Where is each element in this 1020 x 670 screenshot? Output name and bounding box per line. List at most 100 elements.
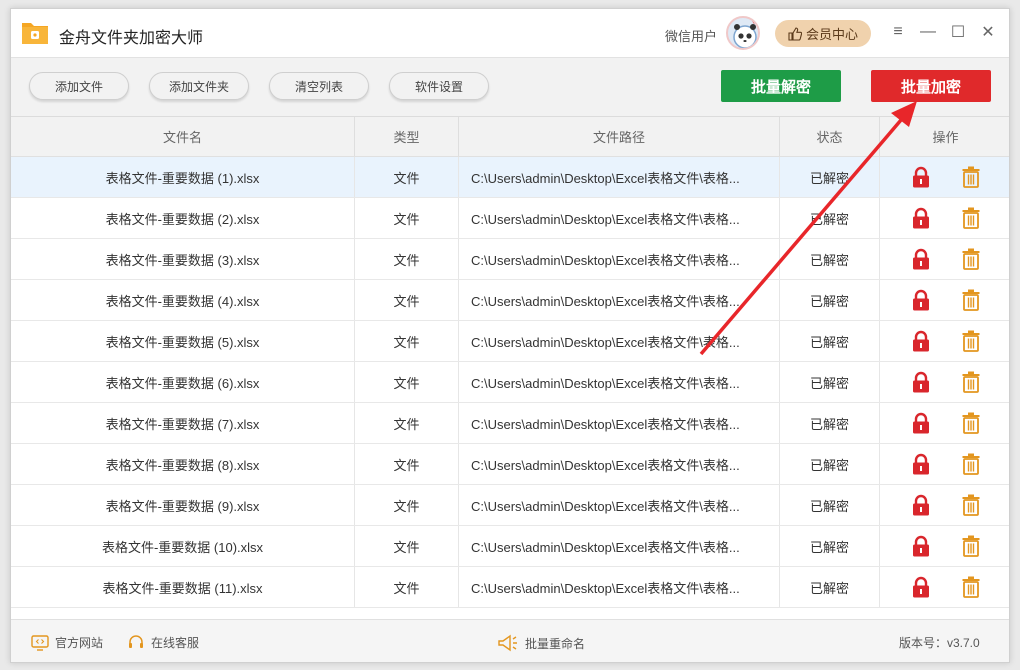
- file-type-cell: 文件: [355, 567, 459, 607]
- table-row[interactable]: 表格文件-重要数据 (7).xlsx 文件 C:\Users\admin\Des…: [11, 403, 1009, 444]
- trash-icon[interactable]: [961, 330, 981, 352]
- title-bar: 金舟文件夹加密大师 微信用户 会员中心 ≡ — ☐ ✕: [11, 9, 1009, 57]
- actions-cell: [880, 239, 1009, 279]
- lock-icon[interactable]: [911, 535, 931, 557]
- file-path-cell: C:\Users\admin\Desktop\Excel表格文件\表格...: [459, 239, 780, 279]
- trash-icon[interactable]: [961, 371, 981, 393]
- maximize-icon[interactable]: ☐: [947, 21, 969, 43]
- header-filename[interactable]: 文件名: [11, 117, 355, 156]
- table-row[interactable]: 表格文件-重要数据 (10).xlsx 文件 C:\Users\admin\De…: [11, 526, 1009, 567]
- app-window: 金舟文件夹加密大师 微信用户 会员中心 ≡ — ☐ ✕ 添加文件 添加文件夹 清…: [10, 8, 1010, 663]
- settings-button[interactable]: 软件设置: [389, 72, 489, 100]
- minimize-icon[interactable]: —: [917, 21, 939, 43]
- batch-encrypt-button[interactable]: 批量加密: [871, 70, 991, 102]
- table-row[interactable]: 表格文件-重要数据 (2).xlsx 文件 C:\Users\admin\Des…: [11, 198, 1009, 239]
- file-path-cell: C:\Users\admin\Desktop\Excel表格文件\表格...: [459, 198, 780, 238]
- panda-avatar-icon: [733, 21, 757, 48]
- file-type-cell: 文件: [355, 485, 459, 525]
- file-path-cell: C:\Users\admin\Desktop\Excel表格文件\表格...: [459, 321, 780, 361]
- trash-icon[interactable]: [961, 248, 981, 270]
- add-folder-button[interactable]: 添加文件夹: [149, 72, 249, 100]
- vip-center-button[interactable]: 会员中心: [775, 20, 871, 47]
- monitor-icon: [31, 634, 49, 651]
- actions-cell: [880, 444, 1009, 484]
- lock-icon[interactable]: [911, 494, 931, 516]
- file-name-cell: 表格文件-重要数据 (10).xlsx: [11, 526, 355, 566]
- file-path-cell: C:\Users\admin\Desktop\Excel表格文件\表格...: [459, 485, 780, 525]
- table-row[interactable]: 表格文件-重要数据 (4).xlsx 文件 C:\Users\admin\Des…: [11, 280, 1009, 321]
- lock-icon[interactable]: [911, 248, 931, 270]
- headset-icon: [129, 634, 143, 648]
- file-name-cell: 表格文件-重要数据 (2).xlsx: [11, 198, 355, 238]
- table-row[interactable]: 表格文件-重要数据 (11).xlsx 文件 C:\Users\admin\De…: [11, 567, 1009, 608]
- batch-rename-label: 批量重命名: [525, 636, 586, 651]
- file-name-cell: 表格文件-重要数据 (9).xlsx: [11, 485, 355, 525]
- file-status-cell: 已解密: [780, 198, 880, 238]
- actions-cell: [880, 157, 1009, 197]
- header-path[interactable]: 文件路径: [459, 117, 780, 156]
- lock-icon[interactable]: [911, 576, 931, 598]
- app-logo-icon: [22, 23, 48, 44]
- close-icon[interactable]: ✕: [977, 21, 999, 43]
- lock-icon[interactable]: [911, 166, 931, 188]
- megaphone-icon: [498, 634, 517, 652]
- lock-icon[interactable]: [911, 412, 931, 434]
- menu-icon[interactable]: ≡: [887, 21, 909, 43]
- trash-icon[interactable]: [961, 535, 981, 557]
- trash-icon[interactable]: [961, 412, 981, 434]
- file-status-cell: 已解密: [780, 526, 880, 566]
- lock-icon[interactable]: [911, 207, 931, 229]
- actions-cell: [880, 362, 1009, 402]
- file-name-cell: 表格文件-重要数据 (8).xlsx: [11, 444, 355, 484]
- lock-icon[interactable]: [911, 371, 931, 393]
- batch-decrypt-button[interactable]: 批量解密: [721, 70, 841, 102]
- thumbs-up-icon: [788, 26, 802, 41]
- file-type-cell: 文件: [355, 239, 459, 279]
- batch-rename-link[interactable]: 批量重命名: [497, 634, 585, 652]
- toolbar: 添加文件 添加文件夹 清空列表 软件设置 批量解密 批量加密: [11, 57, 1009, 117]
- file-path-cell: C:\Users\admin\Desktop\Excel表格文件\表格...: [459, 280, 780, 320]
- file-type-cell: 文件: [355, 403, 459, 443]
- trash-icon[interactable]: [961, 576, 981, 598]
- file-status-cell: 已解密: [780, 403, 880, 443]
- app-title: 金舟文件夹加密大师: [59, 30, 204, 47]
- file-path-cell: C:\Users\admin\Desktop\Excel表格文件\表格...: [459, 403, 780, 443]
- file-type-cell: 文件: [355, 280, 459, 320]
- avatar[interactable]: [726, 16, 760, 50]
- user-name[interactable]: 微信用户: [665, 26, 717, 45]
- header-type[interactable]: 类型: [355, 117, 459, 156]
- table-row[interactable]: 表格文件-重要数据 (5).xlsx 文件 C:\Users\admin\Des…: [11, 321, 1009, 362]
- actions-cell: [880, 198, 1009, 238]
- header-actions: 操作: [932, 130, 959, 145]
- file-type-cell: 文件: [355, 526, 459, 566]
- trash-icon[interactable]: [961, 494, 981, 516]
- footer: 官方网站 在线客服 批量重命名 版本号：v3.7.0: [11, 619, 1009, 662]
- website-link[interactable]: 官方网站: [31, 634, 103, 651]
- lock-icon[interactable]: [911, 330, 931, 352]
- file-type-cell: 文件: [355, 444, 459, 484]
- actions-cell: [880, 567, 1009, 607]
- file-status-cell: 已解密: [780, 239, 880, 279]
- clear-list-button[interactable]: 清空列表: [269, 72, 369, 100]
- version-text: 版本号：v3.7.0: [899, 636, 980, 650]
- lock-icon[interactable]: [911, 289, 931, 311]
- file-name-cell: 表格文件-重要数据 (11).xlsx: [11, 567, 355, 607]
- trash-icon[interactable]: [961, 166, 981, 188]
- table-row[interactable]: 表格文件-重要数据 (6).xlsx 文件 C:\Users\admin\Des…: [11, 362, 1009, 403]
- table-row[interactable]: 表格文件-重要数据 (3).xlsx 文件 C:\Users\admin\Des…: [11, 239, 1009, 280]
- actions-cell: [880, 485, 1009, 525]
- trash-icon[interactable]: [961, 453, 981, 475]
- actions-cell: [880, 321, 1009, 361]
- file-name-cell: 表格文件-重要数据 (5).xlsx: [11, 321, 355, 361]
- trash-icon[interactable]: [961, 289, 981, 311]
- support-link[interactable]: 在线客服: [127, 634, 199, 651]
- file-table: 文件名 类型 文件路径 状态 操作 表格文件-重要数据 (1).xlsx 文件 …: [11, 117, 1009, 608]
- table-row[interactable]: 表格文件-重要数据 (1).xlsx 文件 C:\Users\admin\Des…: [11, 157, 1009, 198]
- trash-icon[interactable]: [961, 207, 981, 229]
- header-status[interactable]: 状态: [780, 117, 880, 156]
- lock-icon[interactable]: [911, 453, 931, 475]
- add-file-button[interactable]: 添加文件: [29, 72, 129, 100]
- table-row[interactable]: 表格文件-重要数据 (8).xlsx 文件 C:\Users\admin\Des…: [11, 444, 1009, 485]
- table-row[interactable]: 表格文件-重要数据 (9).xlsx 文件 C:\Users\admin\Des…: [11, 485, 1009, 526]
- file-path-cell: C:\Users\admin\Desktop\Excel表格文件\表格...: [459, 157, 780, 197]
